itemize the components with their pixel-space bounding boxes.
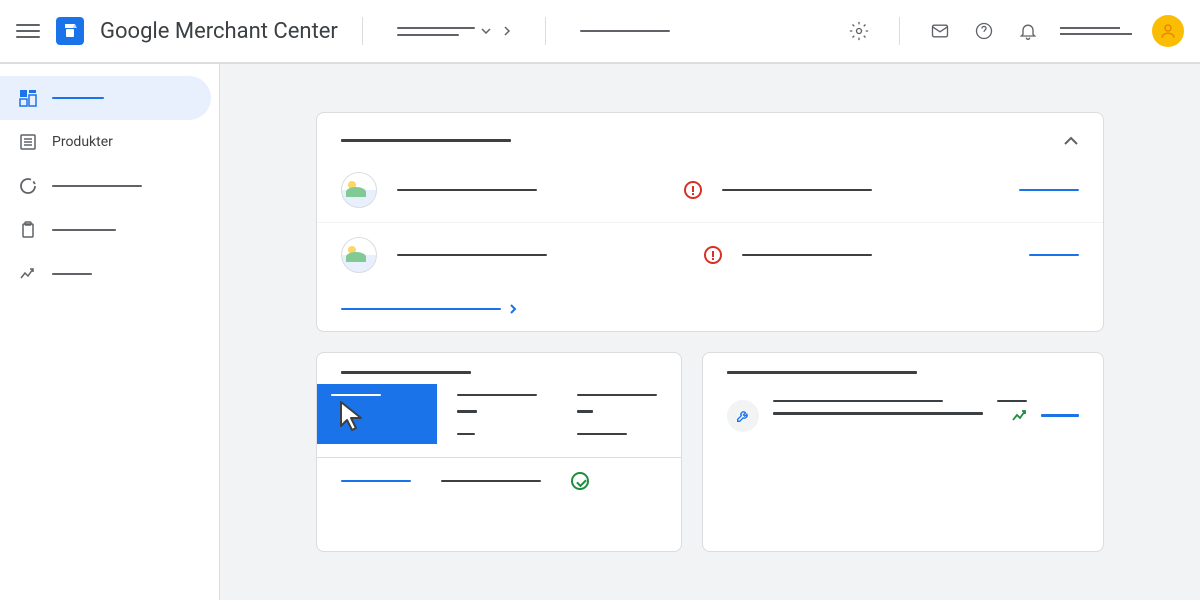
wrench-icon	[727, 400, 759, 432]
mail-icon[interactable]	[928, 19, 952, 43]
cursor-icon	[335, 398, 371, 434]
trend-icon	[18, 264, 38, 284]
card-title-placeholder	[727, 371, 917, 374]
product-thumb-icon	[341, 172, 377, 208]
dashboard-icon	[18, 88, 38, 108]
check-circle-icon	[571, 472, 589, 490]
row-status-placeholder	[742, 254, 872, 257]
selected-tab[interactable]	[317, 384, 437, 444]
hamburger-menu-icon[interactable]	[16, 19, 40, 43]
account-selector[interactable]	[387, 19, 521, 43]
product-thumb-icon	[341, 237, 377, 273]
clipboard-icon	[18, 220, 38, 240]
row-action-link[interactable]	[1019, 189, 1079, 192]
suggestion-action-link[interactable]	[1041, 414, 1079, 417]
circle-progress-icon	[18, 176, 38, 196]
chevron-right-icon	[509, 303, 517, 315]
sidebar: Produkter	[0, 64, 220, 600]
tab-column-2[interactable]	[437, 384, 557, 446]
chevron-up-icon	[1063, 136, 1079, 146]
overview-card	[316, 112, 1104, 332]
trend-up-icon	[1011, 410, 1027, 422]
search-placeholder[interactable]	[1060, 27, 1132, 35]
settings-icon[interactable]	[847, 19, 871, 43]
sidebar-item-5[interactable]	[0, 252, 211, 296]
sidebar-item-overview[interactable]	[0, 76, 211, 120]
sidebar-item-3[interactable]	[0, 164, 211, 208]
metric-placeholder	[997, 400, 1027, 403]
top-bar: Google Merchant Center	[0, 0, 1200, 64]
list-icon	[18, 132, 38, 152]
help-icon[interactable]	[972, 19, 996, 43]
sidebar-item-products[interactable]: Produkter	[0, 120, 211, 164]
list-item[interactable]	[317, 222, 1103, 287]
list-item[interactable]	[317, 158, 1103, 222]
row-action-link[interactable]	[1029, 254, 1079, 257]
suggestion-title	[773, 400, 943, 403]
app-title: Google Merchant Center	[100, 19, 338, 44]
row-status-placeholder	[722, 189, 872, 192]
stats-card	[316, 352, 682, 552]
error-icon	[684, 181, 702, 199]
row-title-placeholder	[397, 189, 537, 192]
divider	[545, 17, 546, 45]
footer-link[interactable]	[341, 480, 411, 483]
user-avatar[interactable]	[1152, 15, 1184, 47]
merchant-center-logo	[56, 17, 84, 45]
main-content	[220, 64, 1200, 600]
sidebar-item-4[interactable]	[0, 208, 211, 252]
tab-column-3[interactable]	[557, 384, 677, 446]
secondary-selector[interactable]	[570, 24, 680, 38]
collapse-button[interactable]	[1063, 131, 1079, 150]
error-icon	[704, 246, 722, 264]
divider	[899, 17, 900, 45]
notifications-icon[interactable]	[1016, 19, 1040, 43]
suggestion-desc	[773, 412, 983, 415]
divider	[362, 17, 363, 45]
footer-text	[441, 480, 541, 483]
suggestions-card	[702, 352, 1104, 552]
chevron-down-icon	[481, 28, 491, 34]
card-title-placeholder	[341, 139, 511, 142]
sidebar-item-label: Produkter	[52, 134, 113, 150]
card-title-placeholder	[341, 371, 471, 374]
view-all-link[interactable]	[317, 287, 1103, 331]
row-title-placeholder	[397, 254, 547, 257]
chevron-right-icon	[503, 25, 511, 37]
